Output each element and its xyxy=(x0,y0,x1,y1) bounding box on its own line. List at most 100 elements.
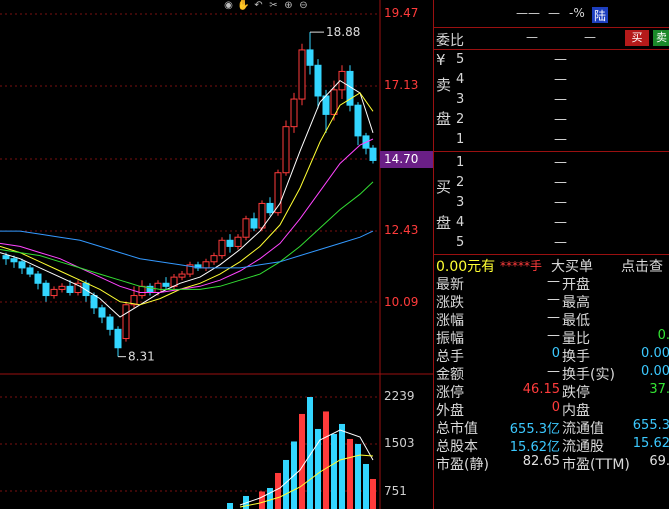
scissors-icon[interactable]: ✂ xyxy=(267,0,280,12)
stock-name: —— xyxy=(516,6,540,20)
candle-body xyxy=(250,218,258,229)
volume-bar xyxy=(267,487,273,509)
stat-label: 市盈(TTM) xyxy=(562,457,630,473)
candle-body xyxy=(162,282,170,287)
kline-canvas[interactable]: 18.88 8.31 xyxy=(0,0,433,509)
candle-body xyxy=(282,126,290,174)
candle-body xyxy=(226,239,234,247)
volume-bar xyxy=(307,397,313,509)
stat-value: 15.62亿 xyxy=(509,440,560,455)
buy-price: — xyxy=(554,175,567,190)
stat-value: 69. xyxy=(649,454,669,469)
volume-bar xyxy=(355,443,361,509)
weicha-value: — xyxy=(584,30,596,44)
stat-label: 金额 xyxy=(436,367,464,383)
candle-body xyxy=(178,273,186,278)
stat-label: 最新 xyxy=(436,277,464,293)
volume-bar xyxy=(363,463,369,509)
candle-body xyxy=(58,285,66,290)
stat-label: 换手(实) xyxy=(562,367,615,383)
sell-level: 1 xyxy=(456,132,465,147)
stat-value: 0 xyxy=(551,400,560,415)
candle-body xyxy=(354,104,362,137)
stat-value: 15.62 xyxy=(632,436,669,451)
stat-label: 量比 xyxy=(562,331,590,347)
candle-body xyxy=(98,307,106,318)
stat-value: 0. xyxy=(657,328,669,343)
sell-price: — xyxy=(554,112,567,127)
zoom-in-icon[interactable]: ⊕ xyxy=(282,0,295,12)
stock-change: — xyxy=(548,6,560,20)
divider xyxy=(434,151,669,152)
buy-level: 1 xyxy=(456,155,465,170)
candle-body xyxy=(114,328,122,349)
stat-value: — xyxy=(547,310,560,325)
stat-value: 655.3亿 xyxy=(509,422,560,437)
volume-axis-label: 751 xyxy=(384,484,407,498)
sell-price: — xyxy=(554,52,567,67)
candle-body xyxy=(202,261,210,269)
buy-level: 5 xyxy=(456,235,465,250)
hk-connect-badge[interactable]: 陆 xyxy=(592,7,608,23)
candle-body xyxy=(218,239,226,257)
candle-body xyxy=(50,288,58,297)
stat-value: 82.65 xyxy=(522,454,560,469)
stat-value: 655.3 xyxy=(632,418,669,433)
stat-label: 最高 xyxy=(562,295,590,311)
sell-level: 5 xyxy=(456,52,465,67)
stat-label: 市盈(静) xyxy=(436,457,489,473)
sell-level: 2 xyxy=(456,112,465,127)
stat-label: 流通值 xyxy=(562,421,604,437)
candle-body xyxy=(258,202,266,229)
stat-label: 开盘 xyxy=(562,277,590,293)
low-price-label: 8.31 xyxy=(128,350,155,364)
sell-price: — xyxy=(554,132,567,147)
candle-body xyxy=(298,49,306,100)
weibi-value: — xyxy=(526,30,538,44)
volume-bar xyxy=(347,438,353,509)
big-order-stars: *****手 xyxy=(500,259,543,273)
buy-price: — xyxy=(554,155,567,170)
price-axis-label: 19.47 xyxy=(384,6,419,20)
divider xyxy=(434,254,669,255)
candle-body xyxy=(322,95,330,115)
buy-side-char: 买 xyxy=(436,178,452,196)
weibi-label: 委比 xyxy=(436,33,464,49)
stat-label: 跌停 xyxy=(562,385,590,401)
ma60-line xyxy=(0,230,374,269)
undo-icon[interactable]: ↶ xyxy=(252,0,265,12)
candle-body xyxy=(90,295,98,309)
candle-body xyxy=(154,282,162,293)
kline-chart[interactable]: 18.88 8.31 ◉ ✋ ↶ ✂ ⊕ ⊖ 19.47 17.13 14.70 … xyxy=(0,0,434,509)
zoom-out-icon[interactable]: ⊖ xyxy=(297,0,310,12)
candle-body xyxy=(66,285,74,293)
stat-label: 涨跌 xyxy=(436,295,464,311)
big-order-link[interactable]: 点击查 xyxy=(621,256,663,276)
stat-value: 0.00 xyxy=(641,364,669,379)
buy-price: — xyxy=(554,215,567,230)
stat-label: 外盘 xyxy=(436,403,464,419)
candle-body xyxy=(290,98,298,128)
stat-label: 涨停 xyxy=(436,385,464,401)
stat-label: 总手 xyxy=(436,349,464,365)
stat-value: 0.00 xyxy=(641,346,669,361)
sell-button[interactable]: 卖 xyxy=(653,30,669,46)
hand-icon[interactable]: ✋ xyxy=(237,0,250,12)
stat-value: — xyxy=(547,364,560,379)
volume-axis-label: 1503 xyxy=(384,436,415,450)
volume-bar xyxy=(323,411,329,509)
stat-label: 换手 xyxy=(562,349,590,365)
high-price-label: 18.88 xyxy=(326,25,360,39)
buy-button[interactable]: 买 xyxy=(625,30,649,46)
candle-body xyxy=(34,273,42,284)
stat-value: — xyxy=(547,328,560,343)
volume-bar xyxy=(331,433,337,509)
current-price-tag: 14.70 xyxy=(380,151,434,168)
sell-side-char: 盘 xyxy=(436,110,452,128)
volume-bar xyxy=(275,472,281,509)
quote-panel: —— — -% 陆 委比 — — 买 卖 ¥ 卖 盘 5 4 3 2 1 — —… xyxy=(433,0,669,509)
eye-icon[interactable]: ◉ xyxy=(222,0,235,12)
volume-bar xyxy=(299,413,305,509)
price-axis-label: 10.09 xyxy=(384,295,419,309)
candle-body xyxy=(26,267,34,275)
